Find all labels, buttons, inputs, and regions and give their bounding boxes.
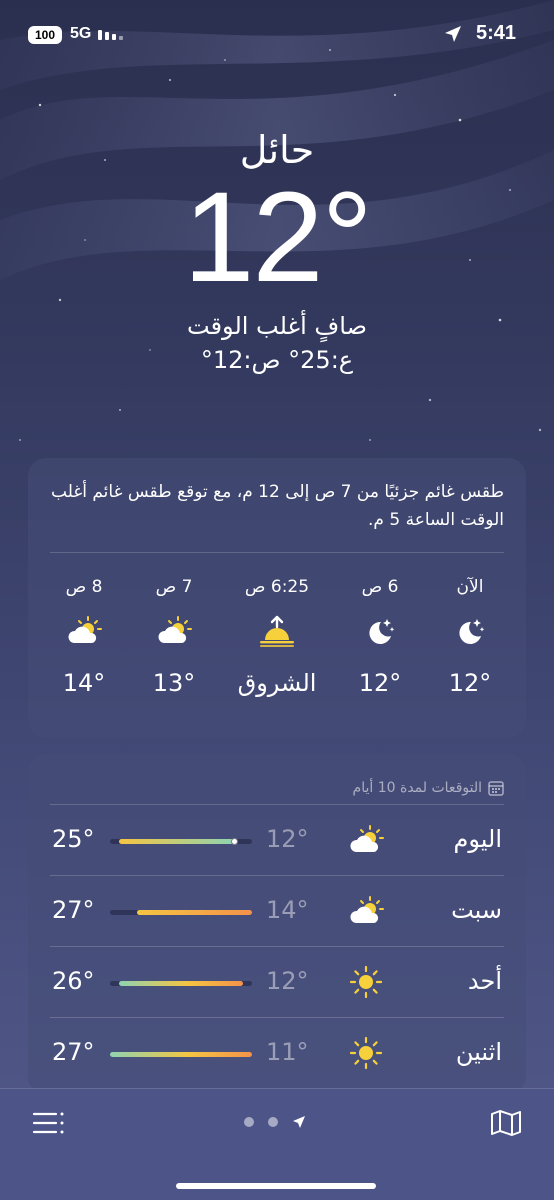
status-bar: 100 5G 5:41 [0,0,554,70]
sun-cloud-icon [346,821,386,859]
sun-cloud-icon [346,892,386,930]
temperature-range-fill [110,1052,252,1057]
temperature-range-bar [110,1052,252,1057]
hour-temperature: 12° [448,669,492,697]
hour-label: 6:25 ص [244,577,310,597]
forecast-row[interactable]: 27° 14° سبت [28,876,526,946]
day-name: اثنين [455,1038,502,1066]
hour-label: 7 ص [155,577,193,597]
hour-item: 7 ص 13° [132,577,216,697]
hour-temperature: 13° [152,669,196,697]
page-indicator[interactable] [244,1115,306,1129]
weather-summary: طقس غائم جزئيًا من 7 ص إلى 12 م، مع توقع… [51,482,504,530]
forecast-row[interactable]: 26° 12° أحد [28,947,526,1017]
day-high-temperature: 26° [52,967,95,995]
map-icon[interactable] [490,1109,522,1137]
temperature-range-bar [110,910,252,915]
hour-temperature: الشروق [237,669,317,697]
moon-stars-icon [428,601,512,661]
ten-day-forecast-card[interactable]: التوقعات لمدة 10 أيام 25° 12° اليوم 27° … [28,754,526,1094]
calendar-icon [488,781,504,796]
day-high-temperature: 27° [52,1038,95,1066]
day-name: اليوم [453,825,502,853]
forecast-header: التوقعات لمدة 10 أيام [28,754,526,804]
temperature-range-bar [110,838,252,845]
hour-temperature: 12° [358,669,402,697]
hour-item: 6 ص 12° [338,577,422,697]
page-dot [244,1117,254,1127]
battery-indicator: 100 [28,26,62,44]
home-indicator[interactable] [176,1183,376,1189]
current-condition: صافٍ أغلب الوقت [187,312,367,340]
day-low-temperature: 12° [266,967,309,995]
sun-icon [346,963,386,1001]
hour-label: 6 ص [361,577,399,597]
sun-cloud-icon [132,601,216,661]
high-low-temperature: ع:25° ص:12° [200,346,354,374]
hourly-forecast-card[interactable]: طقس غائم جزئيًا من 7 ص إلى 12 م، مع توقع… [28,458,526,738]
hour-temperature: 14° [62,669,106,697]
clock: 5:41 [475,22,516,44]
network-type: 5G [70,25,92,42]
sun-cloud-icon [42,601,126,661]
day-name: أحد [467,967,502,995]
sun-icon [346,1034,386,1072]
day-high-temperature: 27° [52,896,95,924]
temperature-range-fill [136,910,252,915]
temperature-range-fill [118,839,235,844]
current-location-icon [293,1116,305,1128]
day-name: سبت [451,896,502,924]
forecast-title: التوقعات لمدة 10 أيام [352,780,482,796]
day-high-temperature: 25° [52,825,95,853]
hour-item: 8 ص 14° [42,577,126,697]
current-weather-header: حائل 12° صافٍ أغلب الوقت ع:25° ص:12° [0,128,554,374]
moon-stars-icon [338,601,422,661]
page-dot [268,1117,278,1127]
hour-item: 6:25 ص الشروق [222,577,332,697]
hour-item: الآن 12° [428,577,512,697]
current-temperature: 12° [183,166,373,309]
cellular-signal-icon [98,30,123,40]
forecast-row[interactable]: 27° 11° اثنين [28,1018,526,1088]
temperature-range-fill [118,981,244,986]
location-services-icon [445,26,461,42]
forecast-row[interactable]: 25° 12° اليوم [28,805,526,875]
day-low-temperature: 12° [266,825,309,853]
day-low-temperature: 14° [266,896,309,924]
divider [50,552,504,553]
current-temperature-dot [231,838,239,845]
hourly-list[interactable]: الآن 12° 6 ص 12° 6:25 ص الشروق 7 ص 13° 8… [28,577,526,697]
temperature-range-bar [110,981,252,986]
list-icon[interactable] [32,1110,64,1136]
hour-label: 8 ص [65,577,103,597]
bottom-toolbar [0,1088,554,1200]
day-low-temperature: 11° [266,1038,309,1066]
hour-label: الآن [456,577,484,597]
sunrise-icon [222,601,332,661]
